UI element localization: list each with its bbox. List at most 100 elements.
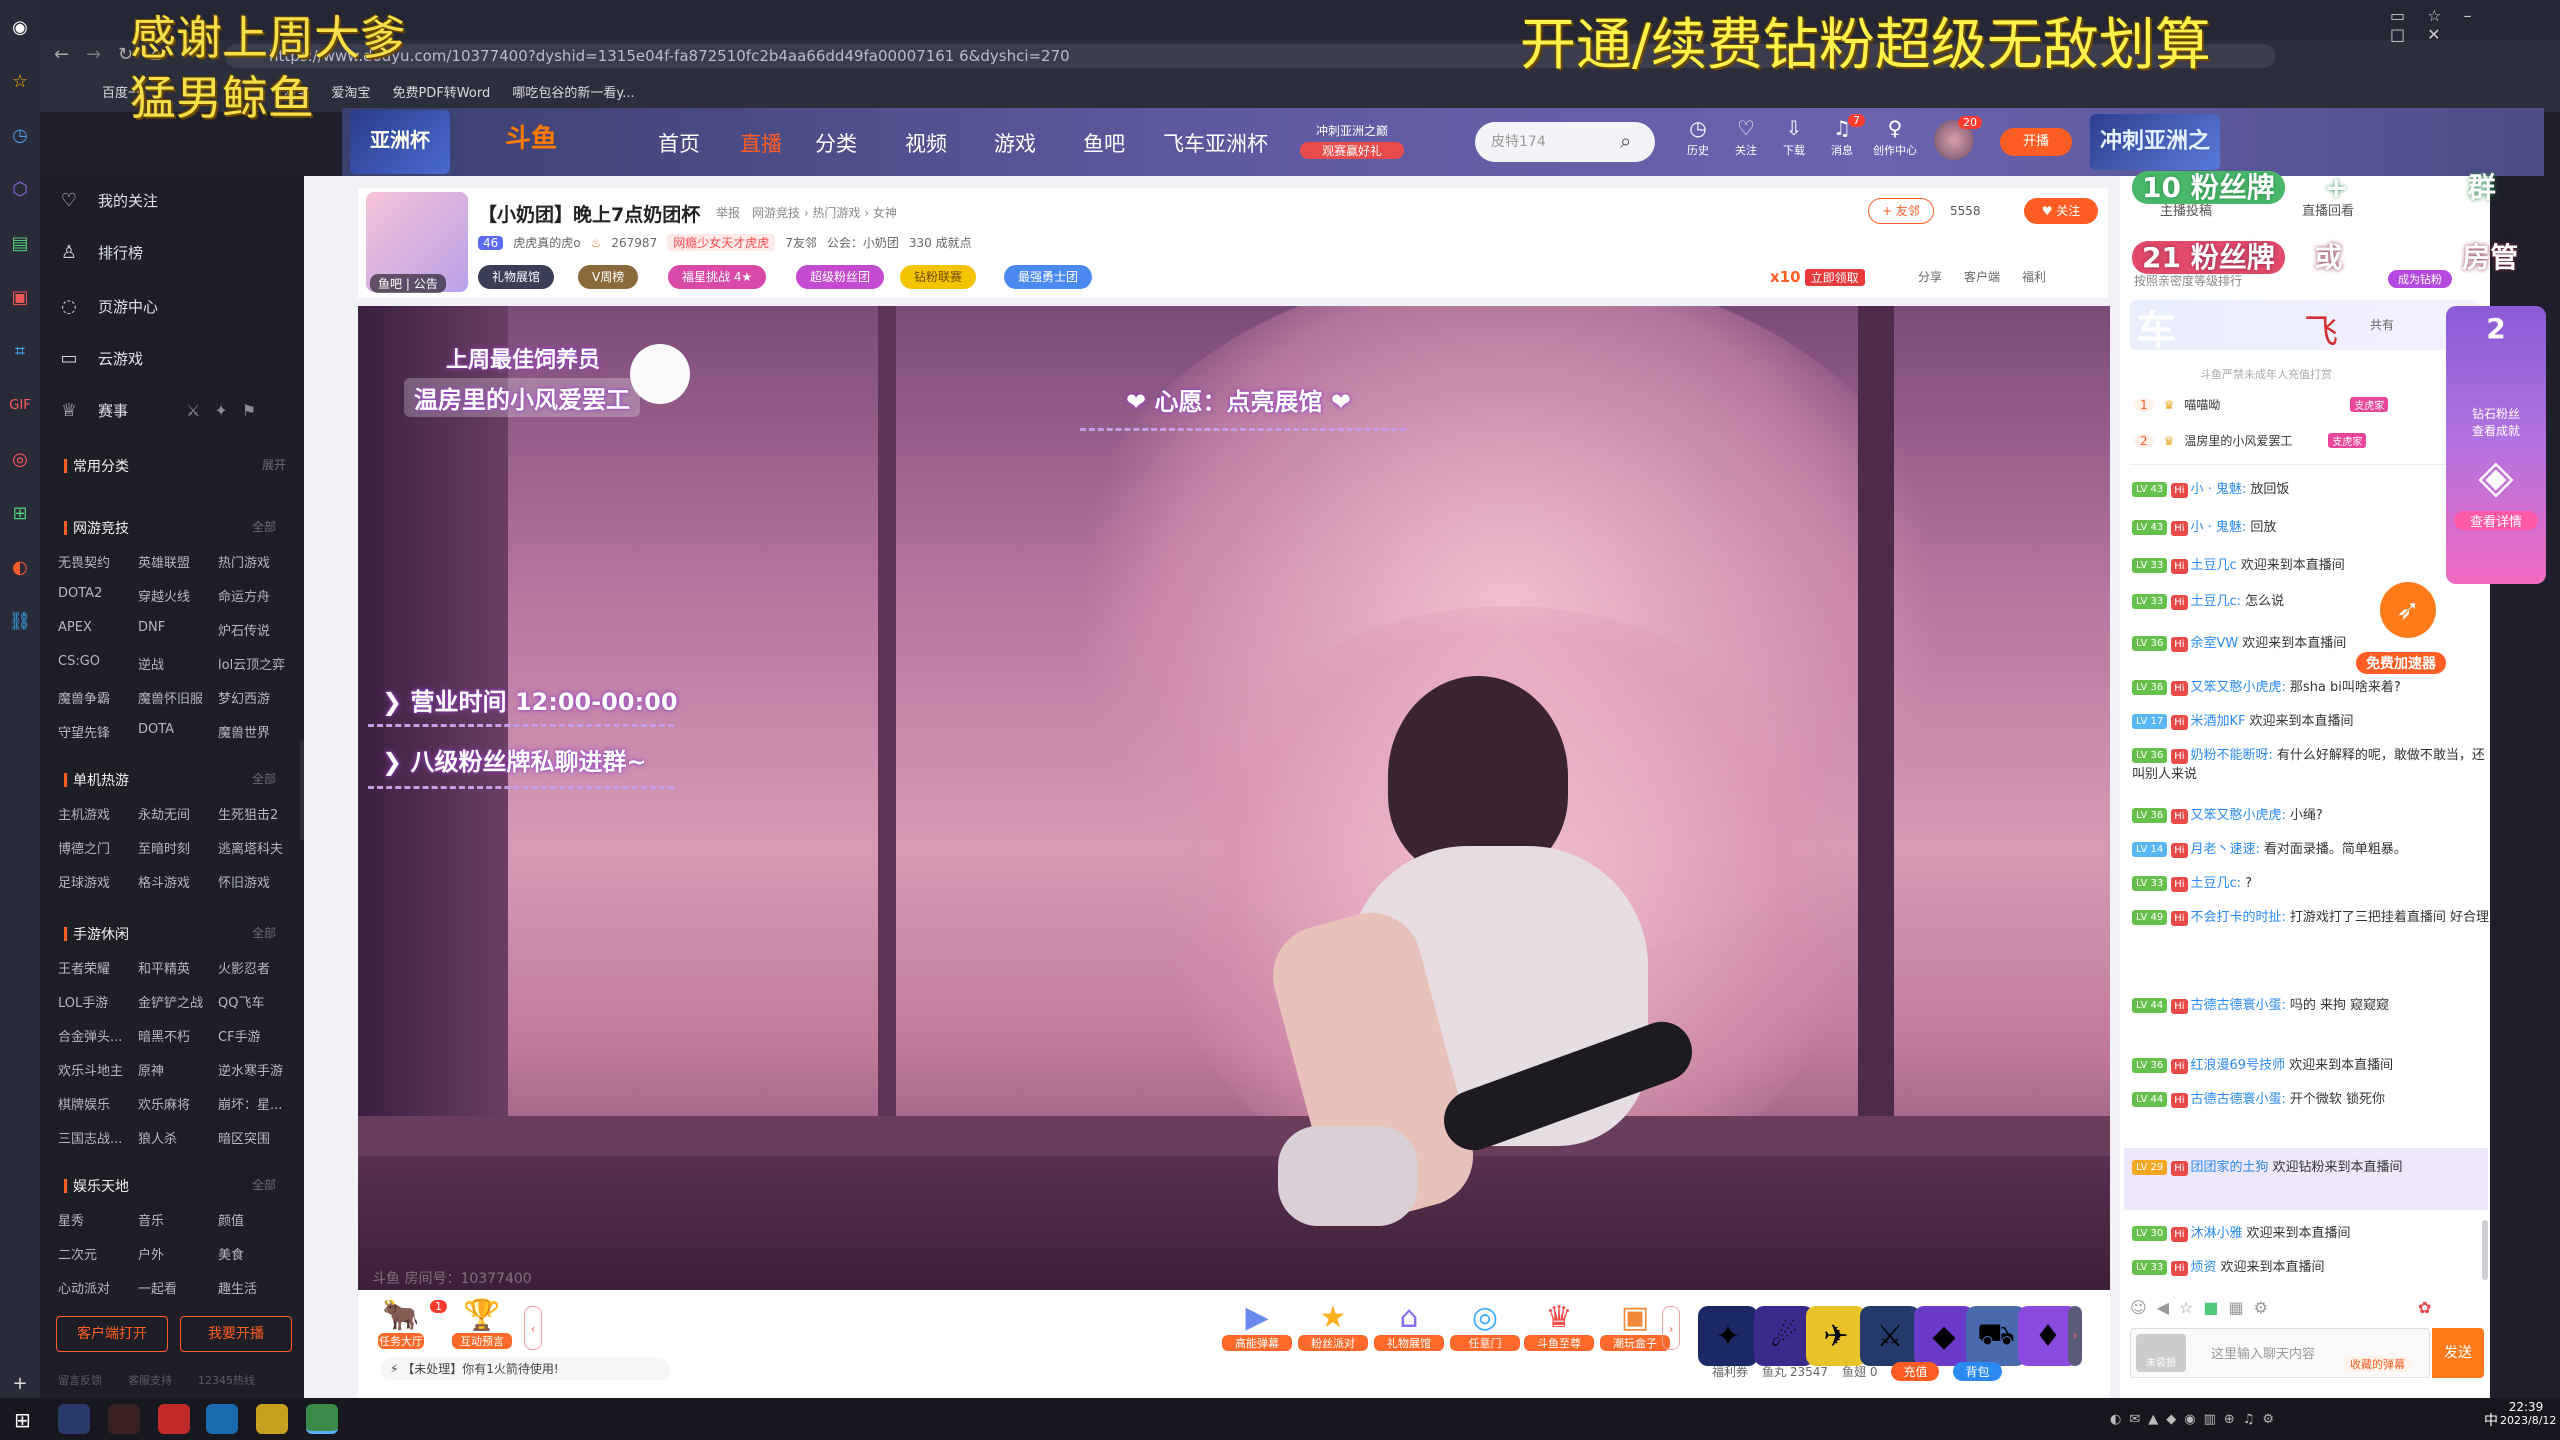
chat-nickname[interactable]: 红浪漫69号技师	[2191, 1058, 2286, 1073]
expand-right-arrow[interactable]: ›	[1662, 1306, 1680, 1350]
gift-icon[interactable]: ✿	[2418, 1298, 2431, 1317]
category-item[interactable]: lol云顶之弈	[218, 654, 298, 673]
client-link[interactable]: 客户端	[1964, 268, 2000, 285]
top-user-row[interactable]: 1 ♛ 喵喵呦 支虎家	[2134, 396, 2389, 413]
video-player[interactable]	[358, 306, 2110, 1290]
chat-nickname[interactable]: 米酒加KF	[2191, 714, 2246, 729]
gift-item[interactable]: ✈	[1806, 1306, 1866, 1366]
chat-nickname[interactable]: 古德古德寰小蛋:	[2191, 998, 2286, 1013]
forward-icon[interactable]: →	[86, 44, 101, 65]
category-item[interactable]: 狼人杀	[138, 1128, 218, 1147]
category-item[interactable]: 逃离塔科夫	[218, 838, 298, 857]
sidebar-item-webgame[interactable]: ◌ 页游中心	[58, 296, 158, 317]
footer-hotline[interactable]: 12345热线	[198, 1372, 255, 1388]
x10-claim[interactable]: 立即领取	[1804, 268, 1865, 286]
bookmark-item[interactable]: 爱淘宝	[331, 82, 370, 101]
category-item[interactable]: 生死狙击2	[218, 804, 298, 823]
header-history[interactable]: ◷ 历史	[1676, 116, 1720, 158]
category-item[interactable]: 逆水寒手游	[218, 1060, 298, 1079]
sidebar-item-cloudgame[interactable]: ▭ 云游戏	[58, 348, 143, 369]
header-creator[interactable]: ♀ 创作中心	[1868, 116, 1922, 158]
grid-icon[interactable]: ▦	[2228, 1298, 2243, 1317]
sidebar-item-events[interactable]: ♕ 赛事 ⚔✦⚑	[58, 400, 270, 421]
category-item[interactable]: 暗区突围	[218, 1128, 298, 1147]
category-item[interactable]: 音乐	[138, 1210, 218, 1229]
category-item[interactable]: 无畏契约	[58, 552, 138, 571]
record-icon[interactable]: ◎	[0, 432, 40, 486]
speaker-icon[interactable]: ◀	[2157, 1298, 2169, 1317]
open-client-button[interactable]: 客户端打开	[56, 1316, 168, 1352]
chat-nickname[interactable]: 小 · 鬼魅:	[2191, 482, 2247, 497]
chat-nickname[interactable]: 团团家的土狗	[2191, 1160, 2269, 1175]
category-item[interactable]: 三国志战...	[58, 1128, 138, 1147]
chat-nickname[interactable]: 沐淋小雅	[2191, 1226, 2243, 1241]
chat-nickname[interactable]: 不会打卡的时扯:	[2191, 910, 2286, 925]
gift-hall[interactable]: ⌂ 礼物展馆	[1374, 1300, 1444, 1351]
x10-reward[interactable]: x10 立即领取	[1770, 266, 1865, 288]
category-item[interactable]: 热门游戏	[218, 552, 298, 571]
site-logo[interactable]: 斗鱼	[505, 118, 595, 166]
category-item[interactable]: QQ飞车	[218, 992, 298, 1011]
category-item[interactable]: 和平精英	[138, 958, 218, 977]
gift-item[interactable]: ›	[2068, 1306, 2082, 1366]
category-item[interactable]: 守望先锋	[58, 722, 138, 741]
bag-button[interactable]: 背包	[1953, 1362, 2002, 1381]
header-download[interactable]: ⇩ 下载	[1772, 116, 1816, 158]
guild-name[interactable]: 公会：小奶团	[827, 234, 899, 251]
gif-icon[interactable]: GIF	[0, 378, 40, 432]
diamond-fan-float-panel[interactable]: 2 钻石粉丝 查看成就 ◈ 查看详情	[2446, 306, 2546, 584]
tray-language[interactable]: 中	[2484, 1410, 2498, 1430]
tray-clock[interactable]: 22:39 2023/8/12	[2500, 1400, 2556, 1427]
gift-fan-party[interactable]: ★ 粉丝派对	[1298, 1300, 1368, 1351]
nav-games[interactable]: 游戏	[994, 128, 1036, 158]
anchor-name[interactable]: 虎虎真的虎o	[513, 234, 580, 251]
taskbar-app-icon[interactable]	[58, 1404, 90, 1434]
category-item[interactable]: 命运方舟	[218, 586, 298, 605]
nav-category[interactable]: 分类	[815, 128, 857, 158]
gift-item[interactable]: ☄	[1754, 1306, 1814, 1366]
window-controls[interactable]: ▭☆–□✕	[2390, 6, 2560, 44]
follow-button[interactable]: ♥ 关注	[2024, 198, 2098, 224]
bookmark-item[interactable]: 哪吃包谷的新一看y...	[512, 82, 634, 101]
footer-feedback[interactable]: 留言反馈	[58, 1372, 102, 1388]
category-item[interactable]: 英雄联盟	[138, 552, 218, 571]
emoji-icon[interactable]: ☺	[2130, 1298, 2147, 1317]
category-item[interactable]: 火影忍者	[218, 958, 298, 977]
category-item[interactable]: 合金弹头...	[58, 1026, 138, 1045]
go-live-button[interactable]: 开播	[2000, 128, 2072, 156]
category-item[interactable]: 趣生活	[218, 1278, 298, 1297]
category-item[interactable]: 欢乐斗地主	[58, 1060, 138, 1079]
chat-nickname[interactable]: 又笨又憨小虎虎:	[2191, 680, 2286, 695]
category-item[interactable]: 崩坏：星...	[218, 1094, 298, 1113]
welfare-coupon[interactable]: 福利券	[1712, 1363, 1748, 1380]
chat-nickname[interactable]: 奶粉不能断呀:	[2191, 748, 2273, 763]
fan-icon[interactable]: ■	[2203, 1298, 2218, 1317]
bookmark-item[interactable]: 免费PDF转Word	[392, 82, 490, 101]
gift-item[interactable]: ⛟	[1966, 1306, 2026, 1366]
category-item[interactable]: 户外	[138, 1244, 218, 1263]
category-item[interactable]: CS:GO	[58, 654, 138, 673]
send-button[interactable]: 发送	[2432, 1328, 2484, 1378]
friends-count[interactable]: 7友邻	[785, 234, 817, 251]
taskbar-app-icon[interactable]	[108, 1404, 140, 1434]
badge-icon[interactable]: ☆	[2179, 1298, 2193, 1317]
chat-nickname[interactable]: 又笨又憨小虎虎:	[2191, 808, 2286, 823]
fishbar-link[interactable]: 鱼吧 | 公告	[370, 274, 446, 293]
settings-icon[interactable]: ⚙	[2254, 1298, 2268, 1317]
chat-nickname[interactable]: 余室VW	[2191, 636, 2239, 651]
clock-icon[interactable]: ◷	[0, 108, 40, 162]
taskbar-browser-icon[interactable]	[306, 1404, 338, 1434]
pill-warriors[interactable]: 最强勇士团	[1004, 265, 1093, 289]
pill-vweek[interactable]: V周榜	[578, 265, 639, 289]
room-category[interactable]: 网游竞技 › 热门游戏 › 女神	[752, 204, 897, 221]
category-item[interactable]: 王者荣耀	[58, 958, 138, 977]
pdf-icon[interactable]: ▣	[0, 270, 40, 324]
start-broadcast-button[interactable]: 我要开播	[180, 1316, 292, 1352]
chat-nickname[interactable]: 土豆几c:	[2191, 876, 2242, 891]
sidebar-item-rank[interactable]: ♙ 排行榜	[58, 242, 143, 263]
share-link[interactable]: 分享	[1918, 268, 1942, 285]
category-item[interactable]: 永劫无间	[138, 804, 218, 823]
category-item[interactable]: 梦幻西游	[218, 688, 298, 707]
unlogged-avatar[interactable]: 未装扮	[2136, 1334, 2186, 1372]
gift-portal[interactable]: ◎ 任意门	[1450, 1300, 1520, 1351]
